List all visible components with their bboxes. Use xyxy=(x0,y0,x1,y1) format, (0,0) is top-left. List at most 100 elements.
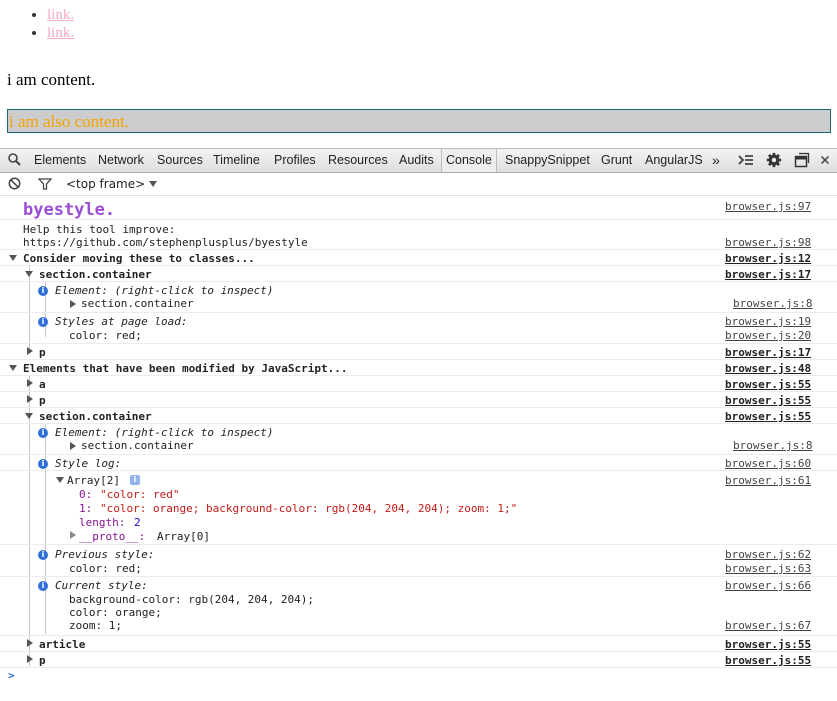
frame-selector[interactable]: <top frame> xyxy=(66,177,145,191)
console-group-header[interactable]: article browser.js:55 xyxy=(0,636,837,652)
repo-url: https://github.com/stephenplusplus/byest… xyxy=(23,236,308,249)
source-link[interactable]: browser.js:66 xyxy=(725,579,811,592)
source-link[interactable]: browser.js:55 xyxy=(725,638,811,651)
link-list: link. link. xyxy=(29,6,74,42)
info-icon: i xyxy=(38,317,48,327)
style-value: zoom: 1; xyxy=(69,619,122,632)
style-value: background-color: rgb(204, 204, 204); xyxy=(69,593,315,606)
group-title: section.container xyxy=(39,268,152,281)
expand-arrow-icon[interactable] xyxy=(56,477,64,483)
section-container: i am also content. xyxy=(7,109,831,133)
close-icon[interactable] xyxy=(820,155,830,165)
tab-audits[interactable]: Audits xyxy=(399,149,434,172)
console-group-header[interactable]: section.container browser.js:55 xyxy=(0,408,837,424)
console-group-header[interactable]: section.container browser.js:17 xyxy=(0,266,837,282)
source-link[interactable]: browser.js:19 xyxy=(725,315,811,328)
expand-arrow-icon[interactable] xyxy=(9,365,17,371)
info-icon: i xyxy=(38,428,48,438)
source-link[interactable]: browser.js:17 xyxy=(725,346,811,359)
style-log-label: Style log: xyxy=(55,457,122,470)
tab-network[interactable]: Network xyxy=(98,149,144,172)
source-link[interactable]: browser.js:20 xyxy=(725,329,811,342)
source-link[interactable]: browser.js:55 xyxy=(725,394,811,407)
element-label: Element: (right-click to inspect) xyxy=(55,426,274,439)
expand-arrow-icon[interactable] xyxy=(70,300,76,308)
console-group-header[interactable]: p browser.js:55 xyxy=(0,652,837,668)
tab-elements[interactable]: Elements xyxy=(34,149,86,172)
info-icon: i xyxy=(38,581,48,591)
tab-angularjs[interactable]: AngularJS xyxy=(645,149,703,172)
console-group-header[interactable]: p browser.js:17 xyxy=(0,344,837,360)
source-link[interactable]: browser.js:55 xyxy=(725,654,811,667)
expand-arrow-icon[interactable] xyxy=(25,271,33,277)
source-link[interactable]: browser.js:97 xyxy=(725,200,811,213)
tab-snappysnippet[interactable]: SnappySnippet xyxy=(505,149,590,172)
info-icon: i xyxy=(38,550,48,560)
filter-icon[interactable] xyxy=(38,178,52,190)
source-link[interactable]: browser.js:12 xyxy=(725,252,811,265)
tab-grunt[interactable]: Grunt xyxy=(601,149,632,172)
list-item: link. xyxy=(47,6,74,24)
group-title: a xyxy=(39,378,46,391)
tab-sources[interactable]: Sources xyxy=(157,149,203,172)
source-link[interactable]: browser.js:8 xyxy=(733,297,812,310)
source-link[interactable]: browser.js:67 xyxy=(725,619,811,632)
source-link[interactable]: browser.js:8 xyxy=(733,439,812,452)
dock-side-icon[interactable] xyxy=(794,152,810,168)
console-group-header[interactable]: Consider moving these to classes... brow… xyxy=(0,250,837,266)
element-label: Element: (right-click to inspect) xyxy=(55,284,274,297)
chevron-down-icon[interactable] xyxy=(149,181,157,187)
console-group-header[interactable]: p browser.js:55 xyxy=(0,392,837,408)
source-link[interactable]: browser.js:55 xyxy=(725,378,811,391)
source-link[interactable]: browser.js:61 xyxy=(725,474,811,487)
search-icon[interactable] xyxy=(8,153,21,166)
group-title: p xyxy=(39,654,46,667)
byestyle-title: byestyle. xyxy=(23,200,116,220)
source-link[interactable]: browser.js:17 xyxy=(725,268,811,281)
source-link[interactable]: browser.js:55 xyxy=(725,410,811,423)
expand-arrow-icon[interactable] xyxy=(9,255,17,261)
also-content-text: i am also content. xyxy=(9,112,129,131)
array-key: 0: xyxy=(79,488,93,501)
console-message: i Styles at page load: browser.js:19 col… xyxy=(0,313,837,344)
source-link[interactable]: browser.js:63 xyxy=(725,562,811,575)
console-group-header[interactable]: a browser.js:55 xyxy=(0,376,837,392)
console-prompt[interactable]: > xyxy=(0,668,837,688)
console-group-header[interactable]: Elements that have been modified by Java… xyxy=(0,360,837,376)
group-title: article xyxy=(39,638,86,651)
expand-arrow-icon[interactable] xyxy=(27,655,33,663)
expand-arrow-icon[interactable] xyxy=(27,347,33,355)
tab-profiles[interactable]: Profiles xyxy=(274,149,316,172)
clear-console-icon[interactable] xyxy=(8,177,21,190)
link-1[interactable]: link. xyxy=(47,7,74,23)
source-link[interactable]: browser.js:62 xyxy=(725,548,811,561)
tab-timeline[interactable]: Timeline xyxy=(213,149,260,172)
tab-console[interactable]: Console xyxy=(441,149,497,172)
element-node[interactable]: section.container xyxy=(81,297,194,310)
source-link[interactable]: browser.js:98 xyxy=(725,236,811,249)
console-drawer-icon[interactable] xyxy=(737,152,755,168)
console-message: i Style log: browser.js:60 xyxy=(0,455,837,471)
expand-arrow-icon[interactable] xyxy=(70,442,76,450)
source-link[interactable]: browser.js:48 xyxy=(725,362,811,375)
expand-arrow-icon[interactable] xyxy=(27,379,33,387)
expand-arrow-icon[interactable] xyxy=(25,413,33,419)
style-value: color: orange; xyxy=(69,606,162,619)
expand-arrow-icon[interactable] xyxy=(70,531,76,539)
expand-arrow-icon[interactable] xyxy=(27,395,33,403)
source-link[interactable]: browser.js:60 xyxy=(725,457,811,470)
array-label[interactable]: Array[2] xyxy=(67,474,120,487)
group-title: section.container xyxy=(39,410,152,423)
element-node[interactable]: section.container xyxy=(81,439,194,452)
style-value: color: red; xyxy=(69,562,142,575)
console-message: byestyle. browser.js:97 xyxy=(0,196,837,220)
link-2[interactable]: link. xyxy=(47,25,74,41)
expand-arrow-icon[interactable] xyxy=(27,639,33,647)
styles-label: Styles at page load: xyxy=(55,315,188,328)
console-output: byestyle. browser.js:97 Help this tool i… xyxy=(0,196,837,701)
info-icon: i xyxy=(38,459,48,469)
gear-icon[interactable] xyxy=(765,152,783,168)
more-tabs-button[interactable]: » xyxy=(712,149,720,172)
tab-resources[interactable]: Resources xyxy=(328,149,388,172)
info-icon: i xyxy=(38,286,48,296)
